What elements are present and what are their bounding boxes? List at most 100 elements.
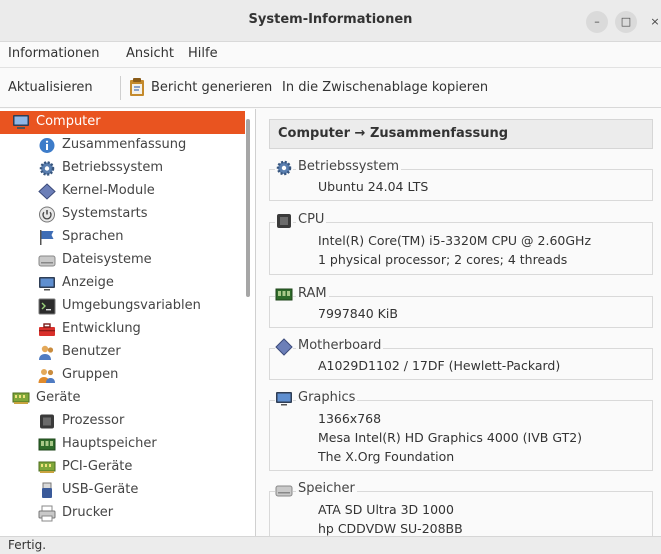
close-button[interactable]: × [644, 11, 661, 33]
tree-item-betriebssystem[interactable]: Betriebssystem [0, 157, 245, 180]
usb-icon [42, 482, 52, 498]
tree-item-anzeige[interactable]: Anzeige [0, 272, 245, 295]
menu-informationen[interactable]: Informationen [8, 46, 100, 61]
flag-icon [40, 230, 54, 245]
section-ram: RAM 7997840 KiB [269, 286, 653, 328]
monitor-icon [39, 277, 55, 291]
menu-ansicht[interactable]: Ansicht [126, 46, 174, 61]
tree-item-gruppen[interactable]: Gruppen [0, 364, 245, 387]
tree-item-label: Entwicklung [62, 321, 141, 336]
section-graphics: Graphics 1366x768 Mesa Intel(R) HD Graph… [269, 390, 653, 471]
details-header: Computer → Zusammenfassung [269, 119, 653, 149]
section-betriebssystem: Betriebssystem Ubuntu 24.04 LTS [269, 159, 653, 201]
section-line: Intel(R) Core(TM) i5-3320M CPU @ 2.60GHz [318, 233, 592, 248]
tree-item-label: USB-Geräte [62, 482, 139, 497]
tree-item-entwicklung[interactable]: Entwicklung [0, 318, 245, 341]
gear-icon [275, 159, 293, 177]
section-line: ATA SD Ultra 3D 1000 [318, 502, 454, 517]
maximize-button[interactable]: □ [615, 11, 637, 33]
gear-icon [39, 161, 55, 176]
group-icon [38, 369, 55, 383]
tree-item-geraete[interactable]: Geräte [0, 387, 245, 410]
tree-item-label: Geräte [36, 390, 81, 405]
tree-item-computer[interactable]: Computer [0, 111, 245, 134]
status-bar: Fertig. [0, 536, 661, 554]
section-line: Mesa Intel(R) HD Graphics 4000 (IVB GT2) [318, 430, 583, 445]
tree-item-label: Zusammenfassung [62, 137, 187, 152]
tree-item-hauptspeicher[interactable]: Hauptspeicher [0, 433, 245, 456]
tree-item-label: PCI-Geräte [62, 459, 133, 474]
section-line: 1366x768 [318, 411, 382, 426]
tree-item-usb-geraete[interactable]: USB-Geräte [0, 479, 245, 502]
computer-icon [13, 115, 29, 129]
ram-icon [38, 438, 56, 451]
window-title: System-Informationen [248, 12, 413, 27]
title-bar: System-Informationen – □ × [0, 0, 661, 42]
tree-item-pci-geraete[interactable]: PCI-Geräte [0, 456, 245, 479]
section-title: Speicher [296, 481, 357, 496]
tree-item-label: Gruppen [62, 367, 119, 382]
sidebar-tree: Computer Zusammenfassung Betriebssystem … [0, 109, 256, 536]
toolbar-separator [120, 76, 121, 100]
report-icon[interactable] [128, 77, 146, 97]
section-cpu: CPU Intel(R) Core(TM) i5-3320M CPU @ 2.6… [269, 212, 653, 275]
power-icon [39, 206, 55, 223]
tree-item-label: Benutzer [62, 344, 121, 359]
section-title: CPU [296, 212, 327, 227]
tree-item-label: Computer [36, 114, 101, 129]
section-motherboard: Motherboard A1029D1102 / 17DF (Hewlett-P… [269, 338, 653, 380]
board-icon [12, 392, 30, 404]
drive-icon [275, 481, 293, 499]
tree-item-label: Prozessor [62, 413, 125, 428]
section-line: Ubuntu 24.04 LTS [318, 179, 429, 194]
cpu-icon [40, 414, 54, 429]
section-line: The X.Org Foundation [318, 449, 455, 464]
minimize-button[interactable]: – [586, 11, 608, 33]
section-title: Motherboard [296, 338, 384, 353]
section-line: 7997840 KiB [318, 306, 398, 321]
sidebar-scrollbar[interactable] [246, 119, 250, 297]
tree-item-label: Drucker [62, 505, 114, 520]
menu-hilfe[interactable]: Hilfe [188, 46, 218, 61]
section-line: A1029D1102 / 17DF (Hewlett-Packard) [318, 358, 561, 373]
tree-item-label: Sprachen [62, 229, 124, 244]
tree-item-systemstarts[interactable]: Systemstarts [0, 203, 245, 226]
tree-item-zusammenfassung[interactable]: Zusammenfassung [0, 134, 245, 157]
status-text: Fertig. [8, 538, 47, 552]
motherboard-icon [275, 338, 293, 356]
section-title: RAM [296, 286, 329, 301]
monitor-icon [275, 390, 293, 408]
toolbox-icon [39, 323, 55, 336]
tree-item-kernel-module[interactable]: Kernel-Module [0, 180, 245, 203]
generate-report-button[interactable]: Bericht generieren [151, 80, 272, 95]
toolbar: Aktualisieren Bericht generieren In die … [0, 68, 661, 108]
tree-item-dateisysteme[interactable]: Dateisysteme [0, 249, 245, 272]
tree-item-drucker[interactable]: Drucker [0, 502, 245, 525]
drive-icon [38, 255, 56, 267]
tree-item-label: Systemstarts [62, 206, 148, 221]
ram-icon [275, 286, 293, 304]
refresh-button[interactable]: Aktualisieren [8, 80, 93, 95]
kernel-icon [38, 183, 56, 200]
tree-item-benutzer[interactable]: Benutzer [0, 341, 245, 364]
section-speicher: Speicher ATA SD Ultra 3D 1000 hp CDDVDW … [269, 481, 653, 536]
info-icon [39, 138, 55, 153]
printer-icon [38, 505, 56, 522]
tree-item-label: Umgebungsvariablen [62, 298, 201, 313]
details-pane: Computer → Zusammenfassung Betriebssyste… [257, 109, 661, 536]
copy-to-clipboard-button[interactable]: In die Zwischenablage kopieren [282, 80, 488, 95]
tree-item-label: Hauptspeicher [62, 436, 157, 451]
tree-item-sprachen[interactable]: Sprachen [0, 226, 245, 249]
tree-item-prozessor[interactable]: Prozessor [0, 410, 245, 433]
section-title: Betriebssystem [296, 159, 401, 174]
tree-item-label: Kernel-Module [62, 183, 155, 198]
section-line: 1 physical processor; 2 cores; 4 threads [318, 252, 568, 267]
details-header-title: Computer → Zusammenfassung [278, 126, 509, 141]
terminal-icon [38, 298, 56, 315]
section-line: hp CDDVDW SU-208BB [318, 521, 463, 536]
tree-item-umgebungsvariablen[interactable]: Umgebungsvariablen [0, 295, 245, 318]
pci-icon [38, 461, 56, 473]
section-title: Graphics [296, 390, 358, 405]
tree-item-label: Anzeige [62, 275, 114, 290]
tree-item-label: Betriebssystem [62, 160, 163, 175]
